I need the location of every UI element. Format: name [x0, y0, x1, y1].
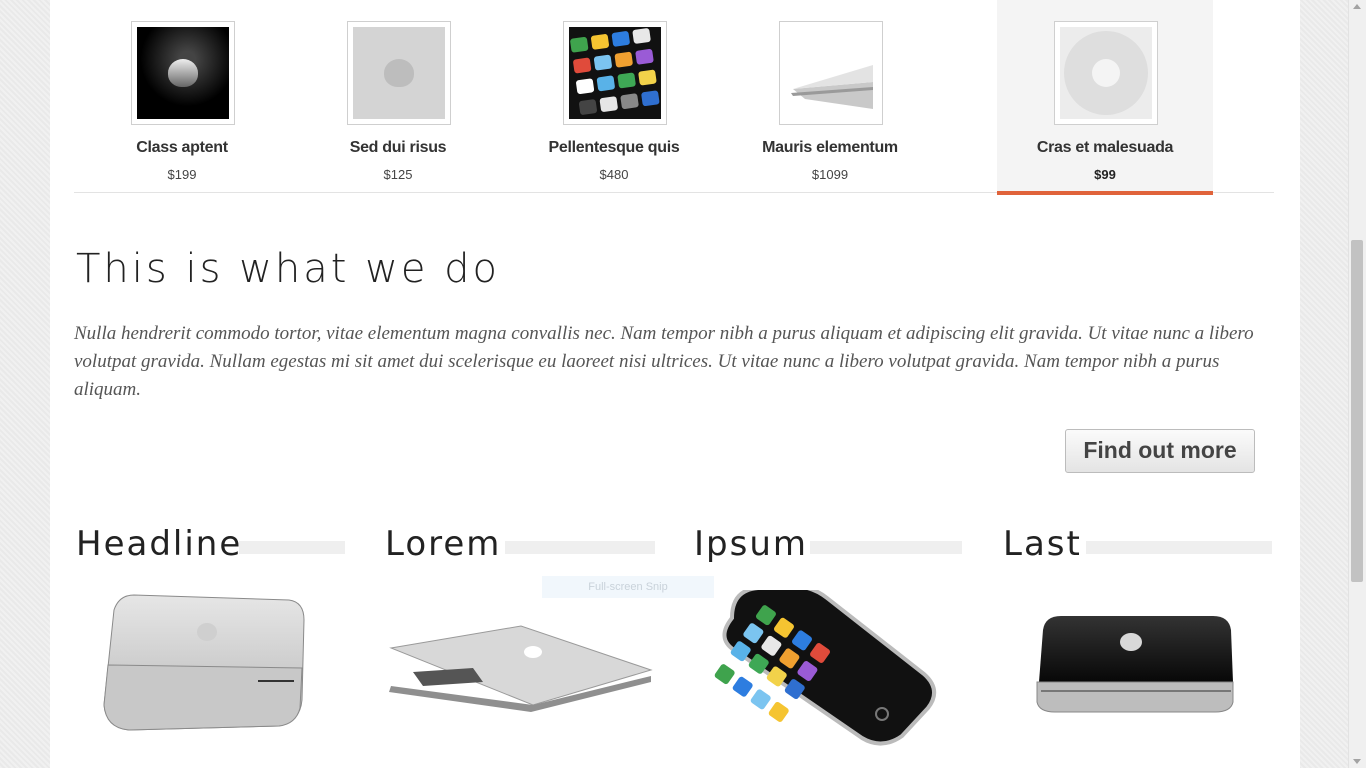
apple-dark-icon — [137, 27, 229, 119]
title-divider — [810, 541, 962, 554]
product-thumbnail[interactable] — [131, 21, 235, 125]
product-item-4[interactable]: Mauris elementum $1099 — [722, 0, 938, 192]
scroll-down-arrow-icon[interactable] — [1353, 759, 1361, 764]
product-name[interactable]: Sed dui risus — [290, 139, 506, 157]
title-divider — [239, 541, 345, 554]
section-title: This is what we do — [76, 246, 500, 292]
column-title: Last — [1003, 524, 1082, 564]
product-price: $125 — [383, 167, 413, 182]
column-lorem: Lorem — [383, 520, 655, 768]
product-name[interactable]: Mauris elementum — [722, 139, 938, 157]
product-strip: Class aptent $199 Sed dui risus $125 Pel… — [74, 0, 1274, 195]
column-headline: Headline — [74, 520, 345, 768]
page-container: Class aptent $199 Sed dui risus $125 Pel… — [50, 0, 1300, 768]
product-name[interactable]: Cras et malesuada — [997, 139, 1213, 157]
scroll-up-arrow-icon[interactable] — [1353, 4, 1361, 9]
product-item-2[interactable]: Sed dui risus $125 — [290, 0, 506, 192]
product-price: $480 — [599, 167, 629, 182]
column-ipsum: Ipsum — [692, 520, 962, 768]
section-lead: Nulla hendrerit commodo tortor, vitae el… — [74, 323, 1254, 400]
macbook-air-icon[interactable] — [383, 590, 653, 760]
product-item-1[interactable]: Class aptent $199 — [74, 0, 290, 192]
apple-tv-icon[interactable] — [1001, 590, 1271, 760]
title-divider — [505, 541, 655, 554]
product-thumbnail[interactable] — [779, 21, 883, 125]
product-name[interactable]: Pellentesque quis — [506, 139, 722, 157]
product-thumbnail[interactable] — [347, 21, 451, 125]
mac-mini-icon[interactable] — [74, 590, 344, 760]
snip-overlay-label: Full-screen Snip — [542, 576, 714, 598]
title-divider — [1086, 541, 1272, 554]
column-title: Headline — [76, 524, 243, 564]
vertical-scrollbar[interactable] — [1348, 0, 1366, 768]
product-thumbnail[interactable] — [1054, 21, 1158, 125]
laptop-icon — [785, 27, 877, 119]
product-thumbnail[interactable] — [563, 21, 667, 125]
product-name[interactable]: Class aptent — [74, 139, 290, 157]
column-title: Ipsum — [694, 524, 808, 564]
product-item-5[interactable]: Cras et malesuada $99 — [997, 0, 1213, 195]
column-title: Lorem — [385, 524, 502, 564]
product-price: $99 — [1094, 167, 1116, 182]
iphone-icon[interactable] — [692, 583, 962, 760]
find-out-more-button[interactable]: Find out more — [1065, 429, 1255, 473]
apple-grey-icon — [353, 27, 445, 119]
ipod-wheel-icon — [1060, 27, 1152, 119]
product-price: $1099 — [811, 167, 849, 182]
product-price: $199 — [167, 167, 197, 182]
product-item-3[interactable]: Pellentesque quis $480 — [506, 0, 722, 192]
iphone-screen-icon — [569, 27, 661, 119]
scrollbar-thumb[interactable] — [1351, 240, 1363, 582]
column-last: Last — [1001, 520, 1272, 768]
